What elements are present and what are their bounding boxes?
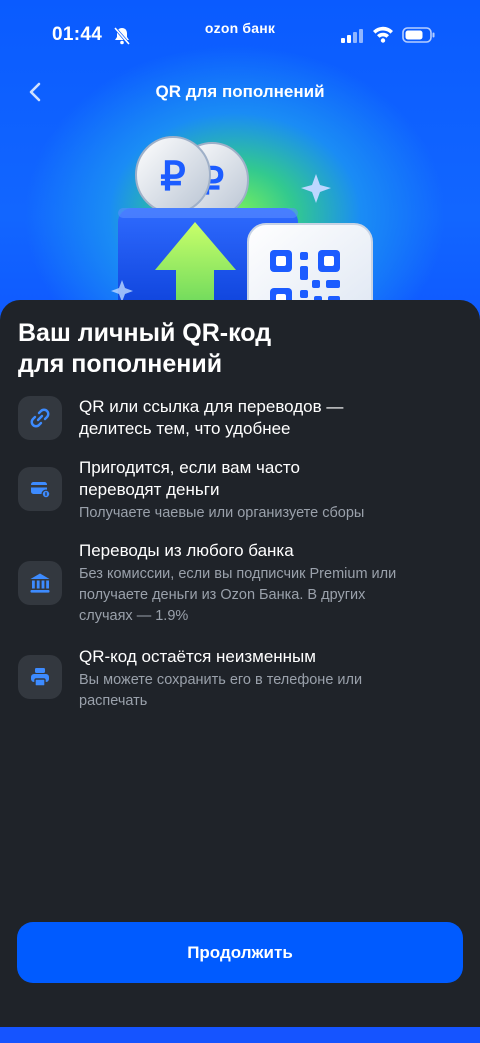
- feature-card-money: Пригодится, если вам часто переводят ден…: [18, 457, 458, 527]
- battery-icon: [402, 27, 435, 43]
- home-indicator: [0, 1027, 480, 1043]
- feature-title-line1: QR-код остаётся неизменным: [79, 647, 316, 666]
- hero-illustration: ₽ ₽: [111, 136, 373, 320]
- feature-desc-line2: распечать: [79, 693, 148, 709]
- feature-title-line1: Пригодится, если вам часто: [79, 458, 300, 477]
- feature-desc-line1: Без комиссии, если вы подписчик Premium …: [79, 566, 397, 582]
- status-bar: 01:44 ozon банк: [0, 0, 480, 64]
- feature-desc-line3: случаях — 1.9%: [79, 608, 189, 624]
- sparkle: [301, 174, 331, 203]
- card-money-icon: [31, 482, 51, 499]
- feature-title-line2: делитесь тем, что удобнее: [79, 419, 291, 438]
- feature-icon-box: [18, 561, 62, 605]
- continue-button[interactable]: Продолжить: [17, 922, 463, 983]
- printer-icon: [31, 668, 49, 687]
- feature-title-line1: QR или ссылка для переводов —: [79, 397, 344, 416]
- bottom-sheet: Ваш личный QR-код для пополнений QR или …: [0, 300, 480, 1043]
- feature-link: QR или ссылка для переводов — делитесь т…: [18, 396, 458, 446]
- feature-text: Пригодится, если вам часто переводят ден…: [79, 457, 459, 524]
- feature-text: Переводы из любого банка Без комиссии, е…: [79, 540, 459, 627]
- feature-icon-box: [18, 467, 62, 511]
- wifi-icon: [373, 26, 393, 43]
- feature-title-line2: переводят деньги: [79, 480, 220, 499]
- feature-icon-box: [18, 396, 62, 440]
- feature-any-bank: Переводы из любого банка Без комиссии, е…: [18, 540, 458, 630]
- ruble-coin-back: ₽: [135, 136, 211, 214]
- feature-icon-box: [18, 655, 62, 699]
- nav-bar: QR для пополнений: [0, 70, 480, 114]
- bank-icon: [30, 573, 50, 593]
- feature-desc-line2: получаете деньги из Ozon Банка. В других: [79, 587, 366, 603]
- feature-text: QR-код остаётся неизменным Вы можете сох…: [79, 646, 459, 712]
- sheet-headline-line1: Ваш личный QR-код: [18, 319, 272, 347]
- feature-text: QR или ссылка для переводов — делитесь т…: [79, 396, 459, 440]
- feature-qr-permanent: QR-код остаётся неизменным Вы можете сох…: [18, 646, 458, 716]
- link-icon: [30, 408, 50, 428]
- page-title: QR для пополнений: [155, 82, 325, 101]
- sheet-headline-line2: для пополнений: [18, 350, 223, 378]
- sheet-headline: Ваш личный QR-код для пополнений: [18, 318, 458, 380]
- feature-title-line1: Переводы из любого банка: [79, 541, 294, 560]
- signal-icon: [341, 29, 363, 43]
- feature-desc-line1: Получаете чаевые или организуете сборы: [79, 505, 365, 521]
- svg-text:₽: ₽: [160, 155, 185, 199]
- feature-desc-line1: Вы можете сохранить его в телефоне или: [79, 672, 363, 688]
